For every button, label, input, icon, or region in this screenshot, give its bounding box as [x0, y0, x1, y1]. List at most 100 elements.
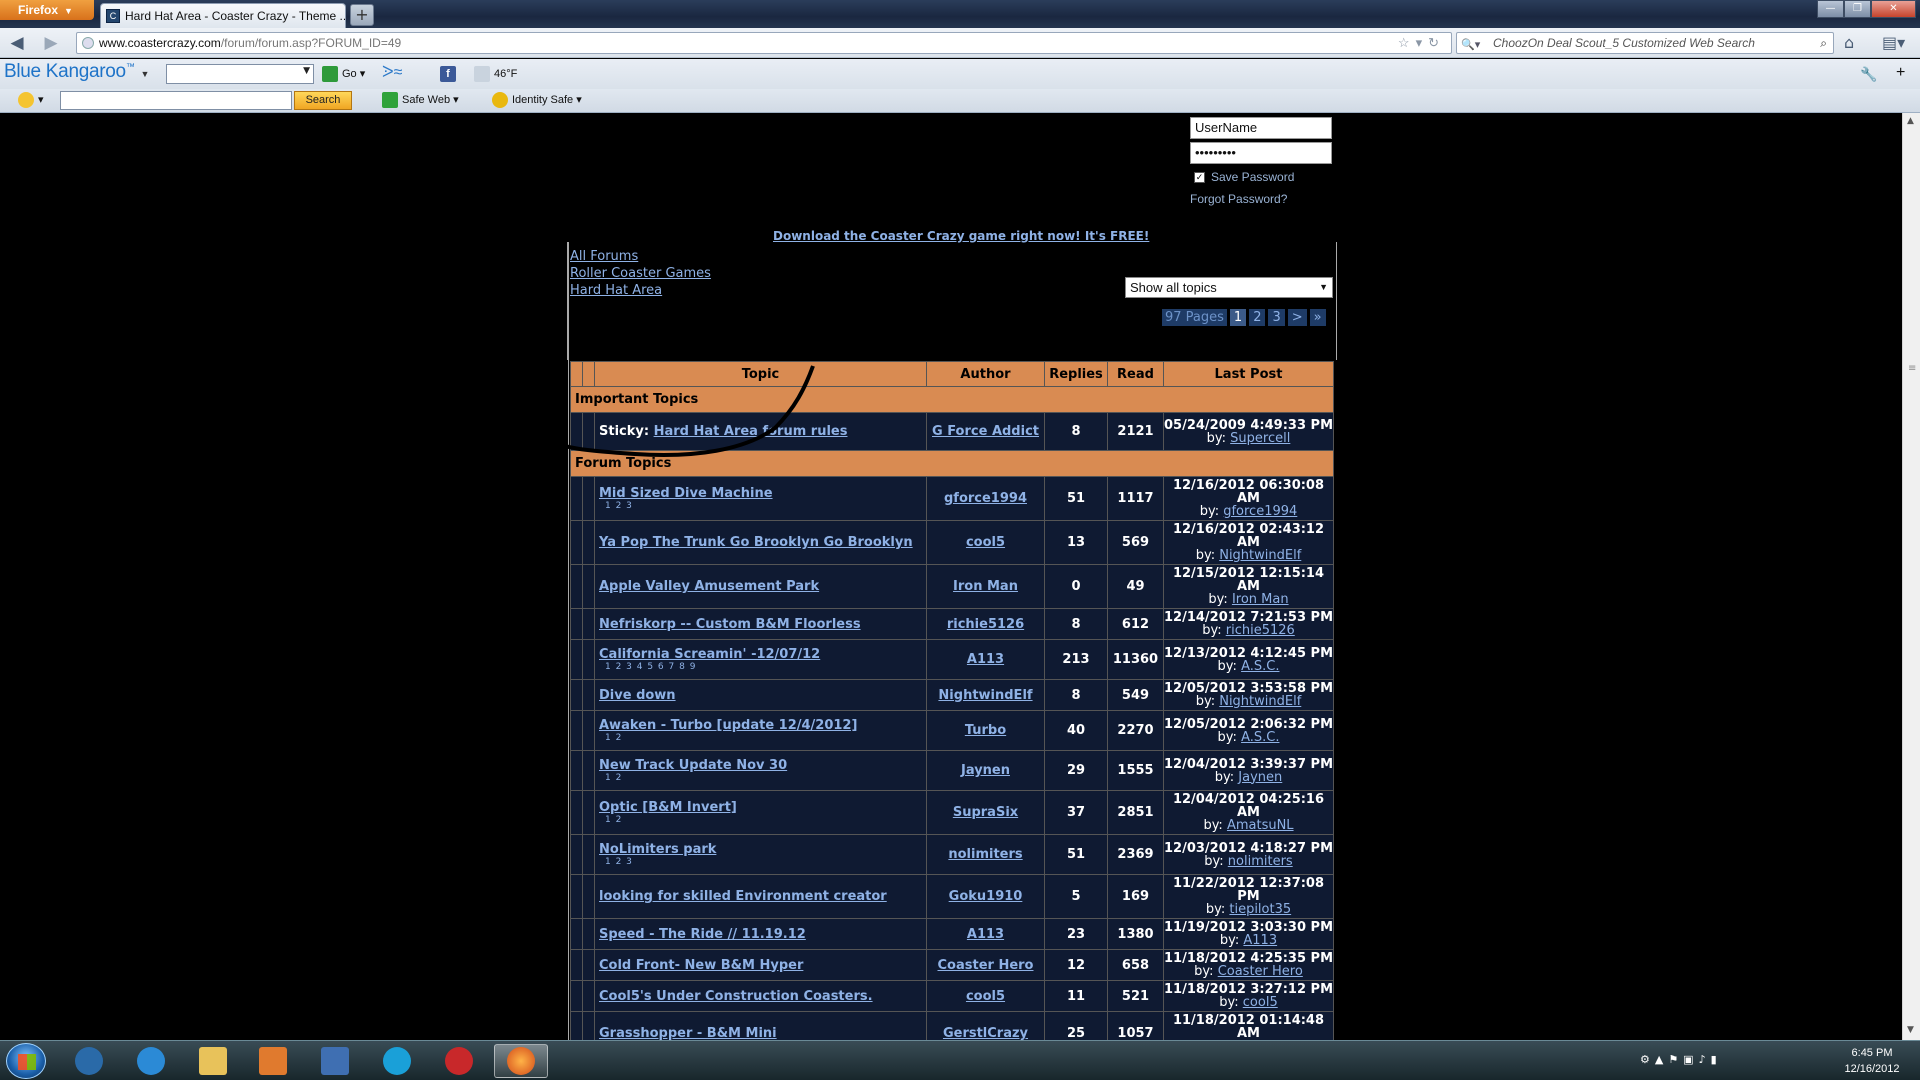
author-link[interactable]: NightwindElf	[938, 688, 1032, 703]
author-link[interactable]: Turbo	[965, 723, 1006, 738]
site-identity-icon[interactable]	[82, 37, 94, 49]
last-post-user-link[interactable]: Coaster Hero	[1218, 964, 1303, 979]
author-link[interactable]: Goku1910	[949, 889, 1023, 904]
scroll-thumb[interactable]: ≡	[1908, 363, 1916, 374]
taskbar-media-player[interactable]	[246, 1044, 300, 1078]
topic-link[interactable]: Hard Hat Area forum rules	[654, 424, 848, 439]
topic-page-links[interactable]: 1 2 3	[599, 501, 922, 511]
kangaroo-search-combo[interactable]: ▼	[166, 64, 314, 84]
topic-page-links[interactable]: 1 2	[599, 815, 922, 825]
taskbar-firefox[interactable]	[494, 1044, 548, 1078]
system-tray-icons[interactable]: ⚙▲⚑▣♪▮	[1640, 1053, 1722, 1066]
last-post-user-link[interactable]: AmatsuNL	[1227, 818, 1294, 833]
last-post-user-link[interactable]: Iron Man	[1232, 592, 1289, 607]
author-link[interactable]: cool5	[966, 989, 1005, 1004]
check-menu-icon[interactable]: ▾	[18, 90, 44, 110]
taskbar-explorer[interactable]	[186, 1044, 240, 1078]
topic-link[interactable]: New Track Update Nov 30	[599, 758, 787, 773]
chevron-down-icon[interactable]: ▼	[303, 66, 310, 76]
topic-link[interactable]: NoLimiters park	[599, 842, 716, 857]
username-field[interactable]: UserName	[1190, 117, 1332, 139]
forgot-password-link[interactable]: Forgot Password?	[1190, 192, 1287, 206]
start-button[interactable]	[6, 1043, 46, 1079]
taskbar-internet-explorer[interactable]	[124, 1044, 178, 1078]
new-tab-button[interactable]: +	[350, 4, 374, 26]
topic-link[interactable]: Nefriskorp -- Custom B&M Floorless	[599, 617, 861, 632]
blue-kangaroo-logo[interactable]: Blue Kangaroo™▼	[4, 61, 149, 83]
taskbar-hp-app[interactable]	[62, 1044, 116, 1078]
topic-link[interactable]: Cool5's Under Construction Coasters.	[599, 989, 873, 1004]
author-link[interactable]: richie5126	[947, 617, 1024, 632]
author-link[interactable]: Jaynen	[961, 763, 1010, 778]
taskbar-orb-app[interactable]	[370, 1044, 424, 1078]
topic-link[interactable]: Mid Sized Dive Machine	[599, 486, 773, 501]
topic-link[interactable]: Speed - The Ride // 11.19.12	[599, 927, 806, 942]
last-post-user-link[interactable]: A.S.C.	[1241, 659, 1279, 674]
last-post-user-link[interactable]: A113	[1243, 933, 1277, 948]
safe-web-button[interactable]: Safe Web ▾	[382, 90, 459, 110]
wrench-icon[interactable]: 🔧	[1860, 64, 1877, 84]
identity-safe-button[interactable]: Identity Safe ▾	[492, 90, 582, 110]
taskbar-norton[interactable]	[308, 1044, 362, 1078]
author-link[interactable]: gforce1994	[944, 491, 1027, 506]
author-link[interactable]: Iron Man	[953, 579, 1018, 594]
last-post-user-link[interactable]: NightwindElf	[1219, 548, 1301, 563]
tab-hard-hat-area[interactable]: C Hard Hat Area - Coaster Crazy - Theme …	[100, 3, 346, 28]
search-engine-icon[interactable]: 🔍▾	[1461, 35, 1487, 51]
taskbar-mcafee[interactable]	[432, 1044, 486, 1078]
scroll-down-icon[interactable]: ▼	[1907, 1025, 1914, 1035]
topic-link[interactable]: Cold Front- New B&M Hyper	[599, 958, 803, 973]
taskbar-clock[interactable]: 6:45 PM 12/16/2012	[1832, 1045, 1912, 1077]
topic-link[interactable]: Awaken - Turbo [update 12/4/2012]	[599, 718, 857, 733]
checkbox-icon[interactable]: ✓	[1194, 172, 1205, 184]
author-link[interactable]: SupraSix	[953, 805, 1018, 820]
close-window-button[interactable]: ✕	[1871, 0, 1916, 18]
search-icon[interactable]: ⌕	[1820, 33, 1827, 53]
address-bar[interactable]: www.coastercrazy.com/forum/forum.asp?FOR…	[76, 32, 1452, 54]
last-post-user-link[interactable]: NightwindElf	[1219, 694, 1301, 709]
last-post-user-link[interactable]: Supercell	[1230, 431, 1290, 446]
add-toolbar-icon[interactable]: +	[1896, 63, 1905, 83]
author-link[interactable]: G Force Addict	[932, 424, 1039, 439]
author-link[interactable]: A113	[967, 652, 1004, 667]
author-link[interactable]: A113	[967, 927, 1004, 942]
topic-link[interactable]: Grasshopper - B&M Mini	[599, 1026, 777, 1040]
save-password-checkbox[interactable]: ✓ Save Password	[1194, 170, 1294, 184]
scroll-up-icon[interactable]: ▲	[1907, 116, 1914, 126]
topic-link[interactable]: looking for skilled Environment creator	[599, 889, 887, 904]
last-post-user-link[interactable]: nolimiters	[1228, 854, 1293, 869]
page-scrollbar[interactable]: ▲ ≡ ▼	[1902, 113, 1920, 1040]
author-link[interactable]: cool5	[966, 535, 1005, 550]
back-button[interactable]: ◀	[6, 32, 28, 54]
topic-page-links[interactable]: 1 2	[599, 733, 922, 743]
last-post-user-link[interactable]: richie5126	[1226, 623, 1295, 638]
toolbar-search-input[interactable]	[60, 91, 292, 110]
download-game-link[interactable]: Download the Coaster Crazy game right no…	[773, 229, 1149, 243]
last-post-user-link[interactable]: cool5	[1243, 995, 1278, 1010]
last-post-user-link[interactable]: gforce1994	[1223, 504, 1297, 519]
author-link[interactable]: Coaster Hero	[938, 958, 1034, 973]
topic-page-links[interactable]: 1 2 3 4 5 6 7 8 9	[599, 662, 922, 672]
bookmarks-menu-icon[interactable]: ▤▾	[1882, 32, 1905, 54]
toolbar-search-button[interactable]: Search	[294, 91, 352, 110]
topic-page-links[interactable]: 1 2 3	[599, 857, 922, 867]
forward-button[interactable]: ▶	[40, 32, 62, 54]
weather-widget[interactable]: 46°F	[474, 64, 517, 84]
password-field[interactable]: •••••••••	[1190, 142, 1332, 164]
topic-link[interactable]: Optic [B&M Invert]	[599, 800, 737, 815]
last-post-user-link[interactable]: tiepilot35	[1229, 902, 1291, 917]
topic-link[interactable]: Apple Valley Amusement Park	[599, 579, 819, 594]
last-post-user-link[interactable]: Jaynen	[1238, 770, 1282, 785]
bookmark-star-icon[interactable]: ☆▾↻	[1398, 33, 1445, 53]
author-link[interactable]: GerstlCrazy	[943, 1026, 1028, 1040]
author-link[interactable]: nolimiters	[948, 847, 1022, 862]
go-button[interactable]: Go ▾	[322, 64, 365, 84]
home-icon[interactable]: ⌂	[1844, 32, 1854, 54]
firefox-menu-button[interactable]: Firefox ▼	[0, 0, 94, 20]
kangaroo-icon[interactable]: ᐷ≈	[382, 63, 402, 83]
topic-page-links[interactable]: 1 2	[599, 773, 922, 783]
topic-link[interactable]: Dive down	[599, 688, 676, 703]
facebook-button[interactable]: f	[440, 64, 460, 84]
last-post-user-link[interactable]: A.S.C.	[1241, 730, 1279, 745]
maximize-button[interactable]: ❐	[1844, 0, 1871, 18]
